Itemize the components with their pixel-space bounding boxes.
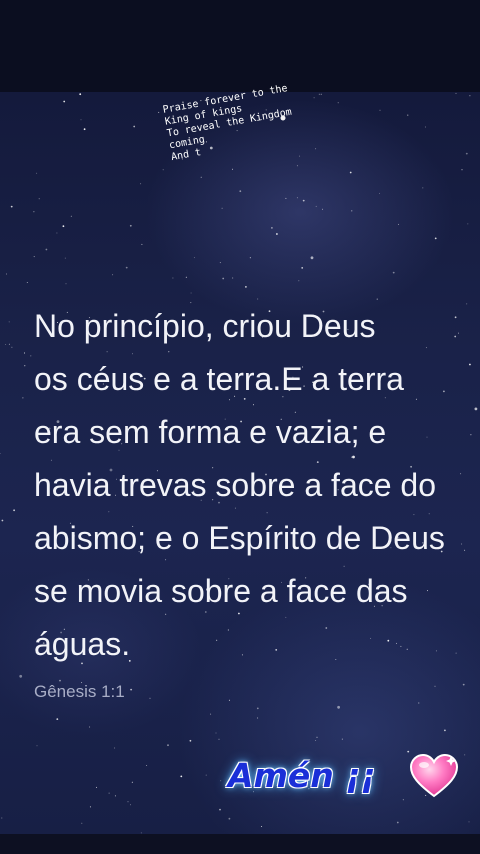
bottom-dark-band [0,834,480,854]
sparkling-heart-icon [409,753,459,798]
verse-line: se movia sobre a face das [34,573,408,609]
amen-sticker-text: Amén ¡¡ [228,756,376,795]
verse-line: os céus e a terra.E a terra [34,361,404,397]
verse-line: era sem forma e vazia; e [34,414,387,450]
bible-verse-text: No princípio, criou Deus os céus e a ter… [34,300,478,671]
verse-line: No princípio, criou Deus [34,308,376,344]
verse-line: abismo; e o Espírito de Deus [34,520,445,556]
verse-reference: Gênesis 1:1 [34,682,125,701]
verse-line: águas. [34,626,131,662]
verse-line: havia trevas sobre a face do [34,467,437,503]
top-dark-band [0,0,480,92]
